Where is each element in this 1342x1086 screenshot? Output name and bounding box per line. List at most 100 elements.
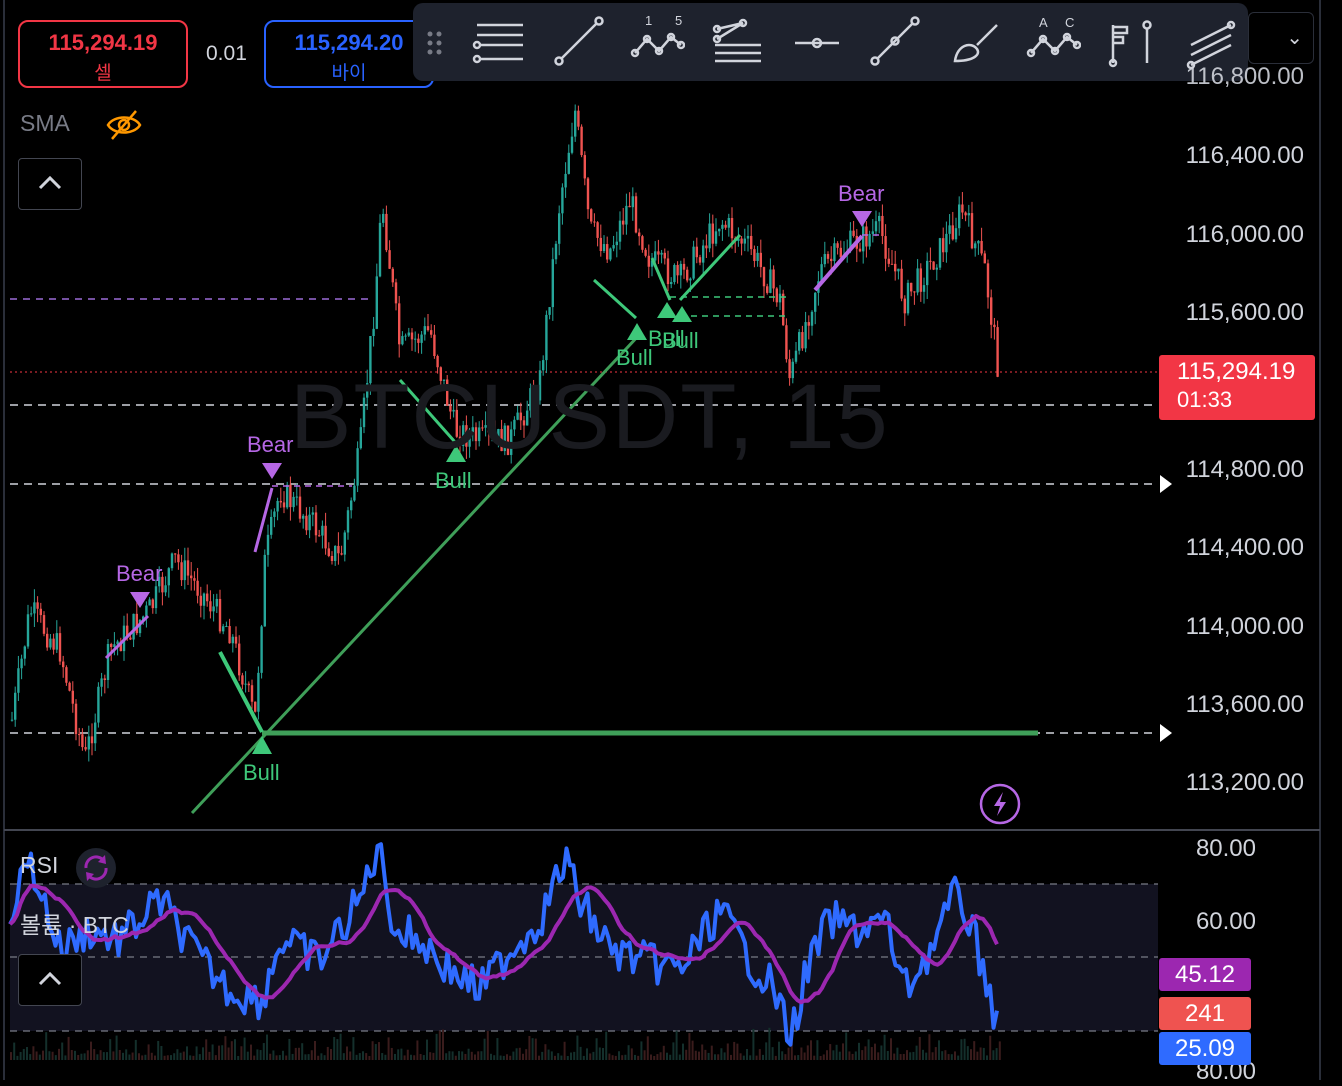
volume-bar bbox=[205, 1039, 208, 1060]
volume-bar bbox=[307, 1054, 310, 1060]
timeframe-dropdown[interactable]: ⌄ bbox=[1248, 12, 1314, 64]
candle-body bbox=[36, 602, 39, 609]
candle-body bbox=[391, 268, 394, 283]
volume-bar bbox=[928, 1034, 931, 1060]
candle-body bbox=[609, 248, 612, 260]
volume-bar bbox=[115, 1035, 118, 1060]
volume-bar bbox=[227, 1047, 230, 1060]
volume-bar bbox=[941, 1051, 944, 1060]
volume-bar bbox=[608, 1053, 611, 1060]
volume-bar bbox=[707, 1052, 710, 1060]
volume-bar bbox=[16, 1055, 19, 1060]
volume-bar bbox=[829, 1044, 832, 1060]
candle-body bbox=[945, 233, 948, 253]
volume-bar bbox=[579, 1046, 582, 1060]
lines-icon[interactable] bbox=[471, 15, 527, 71]
candle-body bbox=[100, 678, 103, 687]
collapse-legend-button[interactable] bbox=[18, 158, 82, 210]
volume-bar bbox=[944, 1050, 947, 1060]
candle-body bbox=[862, 226, 865, 252]
volume-bar bbox=[160, 1045, 163, 1060]
bull-divergence-line bbox=[592, 278, 638, 320]
volume-bar bbox=[128, 1054, 131, 1060]
lightning-icon[interactable] bbox=[979, 783, 1021, 825]
svg-text:5: 5 bbox=[675, 15, 682, 28]
volume-bar bbox=[989, 1035, 992, 1060]
bear-signal-label: Bear bbox=[116, 561, 163, 586]
trendline-icon[interactable] bbox=[551, 15, 607, 71]
xabcd-pattern-icon[interactable]: 15 bbox=[629, 13, 686, 71]
volume-bar bbox=[678, 1054, 681, 1060]
candle-body bbox=[644, 249, 647, 256]
volume-bar bbox=[93, 1049, 96, 1060]
volume-bar bbox=[195, 1046, 198, 1060]
bull-signal-label: Bull bbox=[435, 468, 472, 493]
volume-bar bbox=[13, 1042, 16, 1060]
refresh-icon[interactable] bbox=[74, 846, 118, 890]
volume-bar bbox=[554, 1055, 556, 1060]
candle-body bbox=[289, 484, 292, 508]
candle-body bbox=[964, 212, 967, 216]
segment-icon[interactable] bbox=[867, 15, 923, 71]
volume-bar bbox=[163, 1055, 166, 1060]
volume-bar bbox=[854, 1051, 857, 1060]
abcd-pattern-icon[interactable]: AC bbox=[1025, 15, 1082, 71]
volume-bar bbox=[592, 1051, 595, 1060]
candle-body bbox=[52, 638, 55, 650]
candle-body bbox=[625, 205, 628, 225]
horizontal-ray-icon[interactable] bbox=[789, 15, 845, 71]
candle-body bbox=[916, 268, 919, 293]
candle-body bbox=[17, 668, 20, 693]
volume-indicator-label[interactable]: 볼륨 · BTC bbox=[20, 906, 129, 940]
candle-body bbox=[401, 336, 404, 345]
volume-bar bbox=[42, 1050, 44, 1060]
volume-bar bbox=[576, 1035, 579, 1060]
candle-body bbox=[702, 245, 705, 263]
drag-handle-icon[interactable] bbox=[425, 29, 445, 57]
volume-bar bbox=[573, 1051, 576, 1060]
candle-body bbox=[167, 568, 170, 586]
buy-label: 바이 bbox=[331, 63, 367, 84]
order-quantity[interactable]: 0.01 bbox=[206, 42, 247, 66]
marker-icon[interactable] bbox=[1103, 15, 1159, 71]
sell-button[interactable]: 115,294.19 셀 bbox=[18, 20, 188, 88]
candle-body bbox=[302, 515, 305, 519]
candle-body bbox=[276, 500, 279, 512]
volume-bar bbox=[403, 1055, 406, 1060]
buy-button[interactable]: 115,294.20 바이 bbox=[264, 20, 434, 88]
volume-bar bbox=[157, 1040, 160, 1060]
price-chart[interactable] bbox=[0, 0, 1342, 1080]
candle-body bbox=[977, 240, 980, 244]
candle-body bbox=[241, 675, 244, 685]
collapse-legend-button[interactable] bbox=[18, 954, 82, 1006]
volume-bar bbox=[650, 1054, 652, 1060]
eye-hidden-icon[interactable] bbox=[104, 107, 144, 143]
volume-bar bbox=[10, 1052, 12, 1060]
volume-bar bbox=[605, 1031, 608, 1060]
candle-body bbox=[778, 293, 782, 303]
sma-indicator-label[interactable]: SMA bbox=[20, 110, 70, 137]
candle-body bbox=[958, 204, 961, 229]
volume-bar bbox=[864, 1046, 867, 1060]
volume-bar bbox=[310, 1050, 313, 1060]
level-arrow-marker bbox=[1160, 475, 1172, 493]
volume-bar bbox=[947, 1054, 950, 1060]
candle-body bbox=[878, 215, 881, 222]
pitchfork-icon[interactable] bbox=[709, 15, 765, 71]
volume-bar bbox=[237, 1055, 240, 1060]
volume-bar bbox=[797, 1055, 800, 1060]
candle-body bbox=[974, 243, 977, 249]
volume-bar bbox=[99, 1050, 102, 1060]
candle-body bbox=[548, 307, 551, 315]
volume-bar bbox=[480, 1051, 483, 1060]
svg-text:A: A bbox=[1039, 15, 1048, 30]
volume-bar bbox=[717, 1054, 720, 1060]
rsi-indicator-label[interactable]: RSI bbox=[20, 852, 58, 879]
volume-bar bbox=[410, 1054, 412, 1060]
volume-bar bbox=[883, 1034, 886, 1060]
volume-bar bbox=[352, 1037, 355, 1060]
svg-text:1: 1 bbox=[645, 15, 652, 28]
candle-body bbox=[257, 672, 260, 712]
brush-icon[interactable] bbox=[947, 15, 1003, 71]
volume-bar bbox=[192, 1055, 195, 1060]
